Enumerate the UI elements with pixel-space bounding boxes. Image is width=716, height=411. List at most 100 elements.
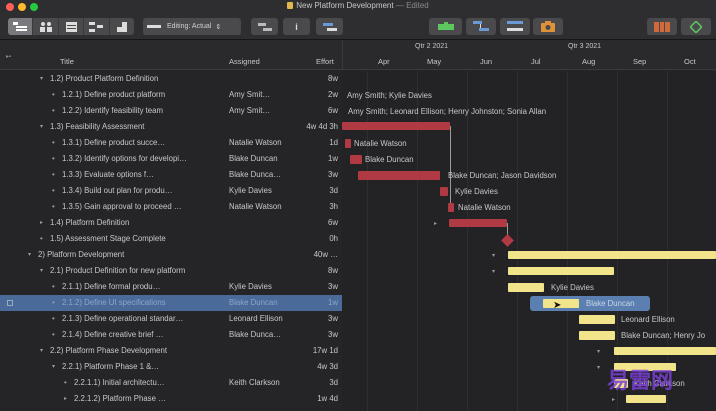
disclosure-open-icon[interactable]: ▾	[40, 71, 43, 87]
task-title[interactable]: 2.2.1.2) Platform Phase …	[74, 391, 226, 407]
task-bar[interactable]	[448, 203, 454, 212]
task-bar[interactable]	[579, 331, 615, 340]
disclosure-open-icon[interactable]: ▾	[52, 359, 55, 375]
task-title[interactable]: 1.3.4) Build out plan for produ…	[62, 183, 226, 199]
summary-bar[interactable]	[449, 219, 507, 227]
task-effort[interactable]: 1w	[328, 295, 338, 311]
task-assigned[interactable]: Blake Duncan	[229, 151, 278, 167]
task-effort[interactable]: 40w …	[314, 247, 338, 263]
task-title[interactable]: 1.3.3) Evaluate options f…	[62, 167, 226, 183]
disclosure-open-icon[interactable]: ▾	[40, 263, 43, 279]
task-title[interactable]: 2) Platform Development	[38, 247, 226, 263]
task-title[interactable]: 2.2.1) Platform Phase 1 &…	[62, 359, 226, 375]
disclosure-open-icon[interactable]: ▾	[28, 247, 31, 263]
task-row[interactable]: • 1.3.5) Gain approval to proceed … Natali…	[0, 199, 342, 215]
task-row[interactable]: • 2.1.3) Define operational standar… Leona…	[0, 311, 342, 327]
task-assigned[interactable]: Natalie Watson	[229, 199, 282, 215]
task-effort[interactable]: 3w	[328, 279, 338, 295]
title-column-header[interactable]: Title	[60, 57, 74, 66]
task-bar[interactable]	[358, 171, 440, 180]
task-effort[interactable]: 3w	[328, 327, 338, 343]
summary-bar[interactable]	[508, 267, 614, 275]
task-row[interactable]: • 2.1.4) Define creative brief … Blake Dun…	[0, 327, 342, 343]
task-row[interactable]: • 2.1.1) Define formal produ… Kylie Davies…	[0, 279, 342, 295]
outline-view-icon[interactable]	[8, 18, 34, 35]
task-bar[interactable]	[508, 283, 544, 292]
task-row[interactable]: • 1.3.2) Identify options for developi… Bl…	[0, 151, 342, 167]
disclosure-closed-icon[interactable]: ▸	[40, 215, 43, 231]
task-effort[interactable]: 3w	[328, 167, 338, 183]
task-bar[interactable]	[440, 187, 448, 196]
task-assigned[interactable]: Keith Clarkson	[229, 375, 280, 391]
task-row[interactable]: ▾ 2.2.1) Platform Phase 1 &… 4w 3d	[0, 359, 342, 375]
columns-button[interactable]	[647, 18, 677, 35]
task-row[interactable]: • 1.5) Assessment Stage Complete 0h	[0, 231, 342, 247]
inspector-button[interactable]: i	[283, 18, 310, 35]
task-title[interactable]: 1.2.2) Identify feasibility team	[62, 103, 226, 119]
task-row[interactable]: ▾ 2) Platform Development 40w …	[0, 247, 342, 263]
task-assigned[interactable]: Blake Dunca…	[229, 167, 281, 183]
assigned-column-header[interactable]: Assigned	[229, 57, 260, 66]
task-effort[interactable]: 0h	[329, 231, 338, 247]
task-title[interactable]: 2.1.4) Define creative brief …	[62, 327, 226, 343]
collapse-arrow-icon[interactable]: ▸	[434, 220, 437, 227]
task-effort[interactable]: 8w	[328, 263, 338, 279]
task-title[interactable]: 2.1) Product Definition for new platform	[50, 263, 226, 279]
task-effort[interactable]: 1d	[329, 135, 338, 151]
split-task-button[interactable]	[500, 18, 530, 35]
task-assigned[interactable]: Blake Dunca…	[229, 327, 281, 343]
task-effort[interactable]: 1w	[328, 151, 338, 167]
task-assigned[interactable]: Amy Smit…	[229, 103, 270, 119]
task-effort[interactable]: 2w	[328, 87, 338, 103]
task-title[interactable]: 1.4) Platform Definition	[50, 215, 226, 231]
task-title[interactable]: 1.2) Product Platform Definition	[50, 71, 226, 87]
task-title[interactable]: 1.2.1) Define product platform	[62, 87, 226, 103]
task-effort[interactable]: 6w	[328, 103, 338, 119]
task-assigned[interactable]: Amy Smit…	[229, 87, 270, 103]
task-row[interactable]: ▸ 1.4) Platform Definition 6w	[0, 215, 342, 231]
task-effort[interactable]: 8w	[328, 71, 338, 87]
summary-bar[interactable]	[508, 251, 716, 259]
disclosure-closed-icon[interactable]: ▸	[64, 391, 67, 407]
status-button[interactable]	[681, 18, 711, 35]
task-title[interactable]: 1.3.1) Define product succe…	[62, 135, 226, 151]
summary-bar[interactable]	[614, 347, 716, 355]
resource-view-icon[interactable]	[33, 18, 59, 35]
task-effort[interactable]: 6w	[328, 215, 338, 231]
collapse-arrow-icon[interactable]: ▸	[612, 396, 615, 403]
snapshot-button[interactable]	[533, 18, 563, 35]
task-assigned[interactable]: Kylie Davies	[229, 279, 272, 295]
task-effort[interactable]: 4w 3d	[317, 359, 338, 375]
task-row[interactable]: ▾ 1.3) Feasibility Assessment 4w 4d 3h	[0, 119, 342, 135]
level-button[interactable]	[316, 18, 343, 35]
collapse-arrow-icon[interactable]: ▾	[597, 348, 600, 355]
task-bar[interactable]	[350, 155, 362, 164]
row-handle-icon[interactable]	[7, 300, 13, 306]
calendar-view-icon[interactable]	[59, 18, 85, 35]
task-title[interactable]: 2.2) Platform Phase Development	[50, 343, 226, 359]
task-assigned[interactable]: Kylie Davies	[229, 183, 272, 199]
selected-task-row[interactable]: • 2.1.2) Define UI specifications Blake Du…	[0, 295, 342, 311]
task-row[interactable]: • 1.3.4) Build out plan for produ… Kylie D…	[0, 183, 342, 199]
task-row[interactable]: ▾ 2.2) Platform Phase Development 17w 1d	[0, 343, 342, 359]
editing-mode-select[interactable]: Editing: Actual ⇕	[143, 18, 241, 35]
task-title[interactable]: 1.3) Feasibility Assessment	[50, 119, 226, 135]
task-row[interactable]: ▸ 2.2.1.2) Platform Phase … 1w 4d	[0, 391, 342, 407]
network-view-icon[interactable]	[84, 18, 110, 35]
task-row[interactable]: • 2.2.1.1) Initial architectu… Keith Clark…	[0, 375, 342, 391]
task-row[interactable]: ▾ 2.1) Product Definition for new platfor…	[0, 263, 342, 279]
task-title[interactable]: 1.3.5) Gain approval to proceed …	[62, 199, 226, 215]
collapse-arrow-icon[interactable]: ▾	[492, 268, 495, 275]
task-assigned[interactable]: Blake Duncan	[229, 295, 278, 311]
disclosure-open-icon[interactable]: ▾	[40, 343, 43, 359]
task-row[interactable]: • 1.3.3) Evaluate options f… Blake Dunca… 3…	[0, 167, 342, 183]
summary-bar[interactable]	[626, 395, 666, 403]
summary-bar[interactable]	[342, 122, 450, 130]
task-effort[interactable]: 4w 4d 3h	[306, 119, 338, 135]
task-effort[interactable]: 3h	[329, 199, 338, 215]
task-title[interactable]: 2.1.2) Define UI specifications	[62, 295, 226, 311]
task-effort[interactable]: 1w 4d	[317, 391, 338, 407]
task-bar[interactable]	[345, 139, 351, 148]
collapse-arrow-icon[interactable]: ▾	[597, 364, 600, 371]
baseline-button[interactable]	[251, 18, 278, 35]
